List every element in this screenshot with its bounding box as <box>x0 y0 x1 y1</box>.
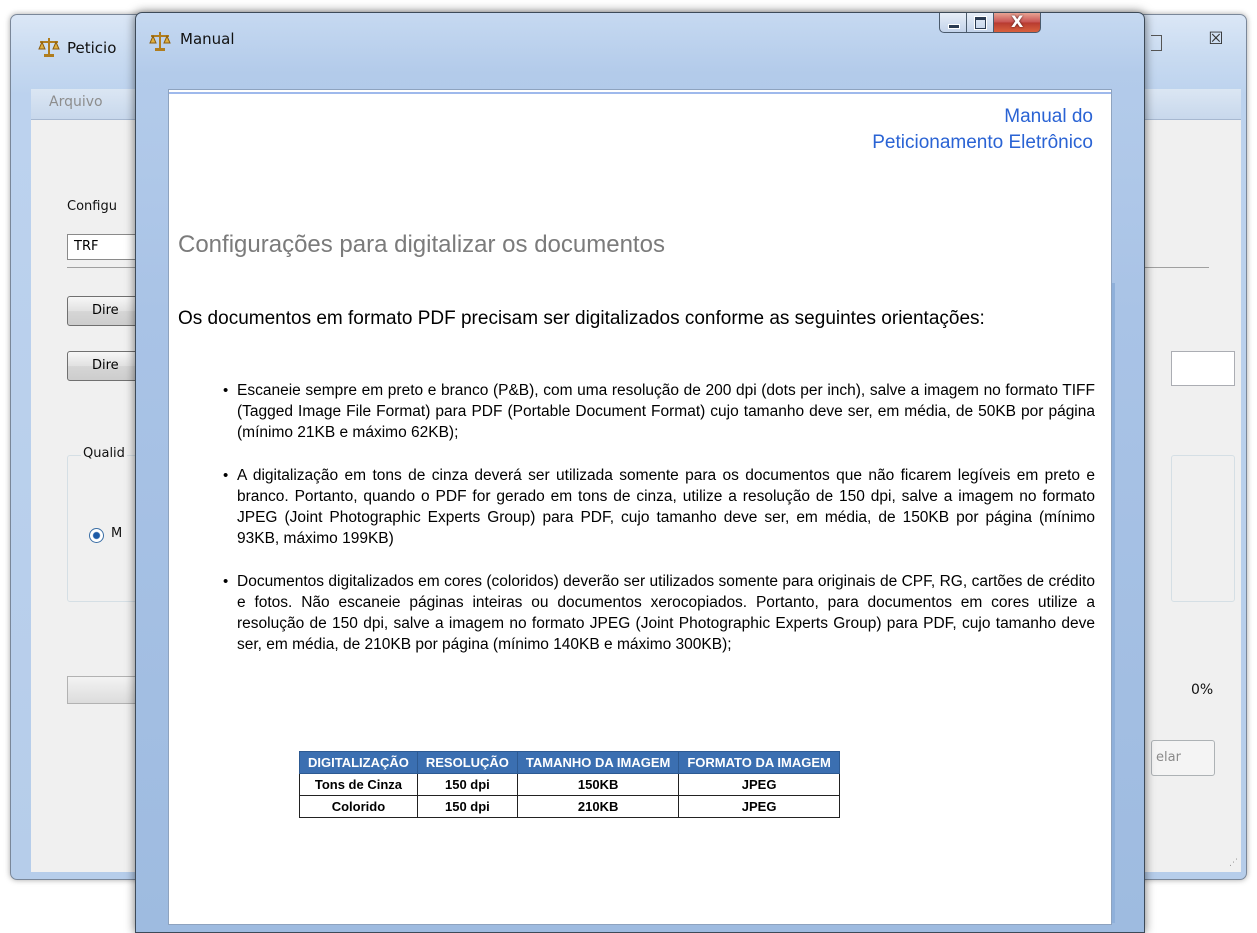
resize-grip-icon[interactable]: ⋰ <box>1229 858 1238 868</box>
maximize-icon <box>974 16 987 30</box>
quality-group-label: Qualid <box>81 446 127 461</box>
progress-percent: 0% <box>1191 682 1214 698</box>
quality-radio[interactable] <box>89 528 104 543</box>
bullet-icon: • <box>223 467 229 484</box>
background-window-title: Peticio <box>67 39 117 57</box>
table-cell: 150 dpi <box>416 795 518 818</box>
directory-button-2[interactable]: Dire <box>67 351 139 381</box>
config-label: Configu <box>67 199 117 214</box>
scales-of-justice-icon <box>149 32 171 51</box>
header-rule <box>169 92 1111 94</box>
close-icon: X <box>1011 12 1024 31</box>
table-header-cell: FORMATO DA IMAGEM <box>678 751 840 774</box>
background-maximize-fragment[interactable] <box>1151 35 1162 51</box>
intro-paragraph: Os documentos em formato PDF precisam se… <box>178 308 985 329</box>
bullet-icon: • <box>223 573 229 590</box>
table-header-cell: DIGITALIZAÇÃO <box>299 751 418 774</box>
bullet-icon: • <box>223 382 229 399</box>
quality-radio-label: M <box>111 526 123 541</box>
section-title: Configurações para digitalizar os docume… <box>178 231 665 258</box>
menu-arquivo[interactable]: Arquivo <box>49 94 103 110</box>
table-header-cell: RESOLUÇÃO <box>416 751 518 774</box>
maximize-button[interactable] <box>967 13 994 33</box>
table-cell: 150 dpi <box>416 773 518 796</box>
list-item: • Documentos digitalizados em cores (colo… <box>223 571 1095 655</box>
quality-group-right <box>1171 455 1235 602</box>
manual-window-title: Manual <box>180 30 235 48</box>
guidelines-list: • Escaneie sempre em preto e branco (P&B… <box>223 380 1095 677</box>
list-item-text: A digitalização em tons de cinza deverá … <box>237 467 1095 547</box>
list-item-text: Documentos digitalizados em cores (color… <box>237 573 1095 653</box>
table-cell: Colorido <box>299 795 418 818</box>
table-header-cell: TAMANHO DA IMAGEM <box>516 751 680 774</box>
table-row: Colorido 150 dpi 210KB JPEG <box>299 795 840 818</box>
table-cell: 210KB <box>516 795 680 818</box>
scales-of-justice-icon <box>38 38 60 57</box>
directory-button-1[interactable]: Dire <box>67 296 139 326</box>
background-close-icon[interactable]: ☒ <box>1197 29 1235 53</box>
table-cell: 150KB <box>516 773 680 796</box>
manual-header: Manual do Peticionamento Eletrônico <box>872 104 1093 156</box>
table-row: Tons de Cinza 150 dpi 150KB JPEG <box>299 773 840 796</box>
table-cell: JPEG <box>678 795 840 818</box>
header-line-2: Peticionamento Eletrônico <box>872 132 1093 153</box>
manual-window: Manual X Manual do Peticionamento Eletrô… <box>135 12 1145 933</box>
directory-input[interactable] <box>1171 351 1235 386</box>
list-item-text: Escaneie sempre em preto e branco (P&B),… <box>237 382 1095 441</box>
specs-table: DIGITALIZAÇÃO RESOLUÇÃO TAMANHO DA IMAGE… <box>299 751 840 818</box>
manual-content[interactable]: Manual do Peticionamento Eletrônico Conf… <box>168 89 1112 925</box>
list-item: • Escaneie sempre em preto e branco (P&B… <box>223 380 1095 443</box>
close-button[interactable]: X <box>994 12 1041 33</box>
minimize-button[interactable] <box>939 13 967 33</box>
table-header-row: DIGITALIZAÇÃO RESOLUÇÃO TAMANHO DA IMAGE… <box>299 751 840 774</box>
table-cell: JPEG <box>678 773 840 796</box>
table-cell: Tons de Cinza <box>299 773 418 796</box>
header-line-1: Manual do <box>1004 106 1093 127</box>
cancel-button[interactable]: elar <box>1151 740 1215 776</box>
list-item: • A digitalização em tons de cinza deverá… <box>223 465 1095 549</box>
minimize-icon <box>948 24 960 29</box>
